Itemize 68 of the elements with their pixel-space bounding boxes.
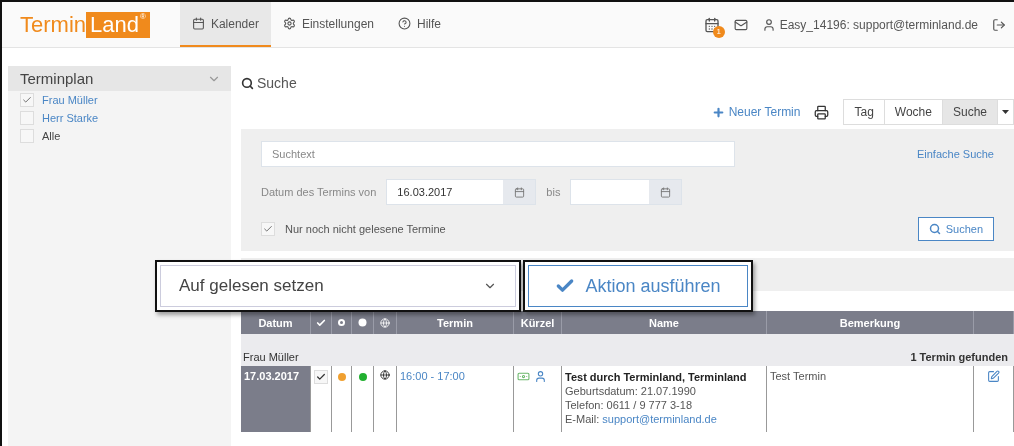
checkbox-label: Nur noch nicht gelesene Termine (285, 223, 446, 235)
result-count: 1 Termin gefunden (910, 351, 1008, 363)
email-label: E-Mail: (565, 413, 600, 425)
user-account[interactable]: Easy_14196: support@terminland.de (779, 17, 978, 32)
money-icon (517, 370, 530, 383)
plus-icon (711, 105, 725, 119)
time-link[interactable]: 16:00 - 17:00 (400, 370, 465, 382)
notification-badge: 1 (712, 25, 725, 38)
checkbox[interactable] (20, 129, 34, 143)
until-label: bis (546, 186, 561, 198)
calendar-icon[interactable] (703, 16, 720, 33)
checkbox[interactable] (20, 111, 34, 125)
remark-text: Test Termin (770, 370, 827, 382)
check-icon (263, 224, 273, 234)
person-icon (534, 370, 547, 383)
group-title: Frau Müller (243, 351, 299, 363)
column-header: Termin (397, 311, 514, 334)
nav-tab[interactable]: Kalender (179, 2, 271, 47)
globe-icon (380, 317, 390, 328)
ring-icon (337, 318, 346, 327)
calendar-icon (659, 186, 671, 198)
new-appointment-link[interactable]: Neuer Termin (711, 105, 801, 119)
date-from-field[interactable]: 16.03.2017 (386, 179, 537, 205)
calendar-icon (513, 186, 525, 198)
nav-tab[interactable]: Hilfe (386, 2, 453, 47)
sidebar-title: Terminplan (20, 70, 94, 87)
customer-detail: Telefon: 0611 / 9 777 3-18 (565, 398, 692, 412)
user-icon (761, 17, 776, 32)
mail-icon[interactable] (733, 17, 748, 32)
view-button[interactable]: Suche (942, 100, 998, 124)
circle-icon (358, 318, 367, 327)
column-header: Datum (241, 311, 311, 334)
action-select[interactable]: Auf gelesen setzen (155, 260, 521, 312)
column-header: Bemerkung (767, 311, 974, 334)
search-button[interactable]: Suchen (917, 217, 994, 241)
check-icon (22, 95, 32, 105)
customer-name: Test durch Terminland, Terminland (565, 370, 747, 384)
calendar-option[interactable]: Alle (42, 130, 61, 142)
gear-icon (282, 17, 296, 30)
column-header: Kürzel (514, 311, 562, 334)
search-icon (241, 76, 254, 90)
print-icon[interactable] (814, 104, 830, 120)
globe-icon (380, 370, 390, 380)
logout-icon[interactable] (992, 17, 1006, 32)
calendar-link[interactable]: Frau Müller (42, 94, 98, 106)
date-cell: 17.03.2017 (241, 366, 311, 432)
checkbox-icon (316, 317, 326, 328)
column-header (974, 311, 1014, 334)
help-icon (398, 17, 411, 30)
date-label: Datum des Termins von (261, 186, 377, 198)
checkbox[interactable] (261, 222, 275, 236)
date-to-field[interactable] (570, 179, 683, 205)
calendar-link[interactable]: Herr Starke (42, 112, 99, 124)
edit-icon[interactable] (987, 370, 1000, 383)
checkbox[interactable] (20, 93, 34, 107)
search-field[interactable]: Suchtext (261, 141, 735, 167)
page-heading: Suche (257, 75, 297, 91)
checkbox[interactable] (314, 370, 328, 384)
nav-tab[interactable]: Einstellungen (270, 2, 386, 47)
check-icon (316, 372, 326, 382)
run-action-button[interactable]: Aktion ausführen (523, 260, 753, 312)
email-link[interactable]: support@terminland.de (602, 413, 717, 425)
customer-detail: Geburtsdatum: 21.07.1990 (565, 384, 696, 398)
sidebar-header[interactable]: Terminplan (8, 66, 231, 91)
logo: Termin Land® (20, 2, 150, 47)
search-icon (928, 223, 941, 235)
calendar-icon (191, 17, 205, 30)
column-header: Name (562, 311, 767, 334)
